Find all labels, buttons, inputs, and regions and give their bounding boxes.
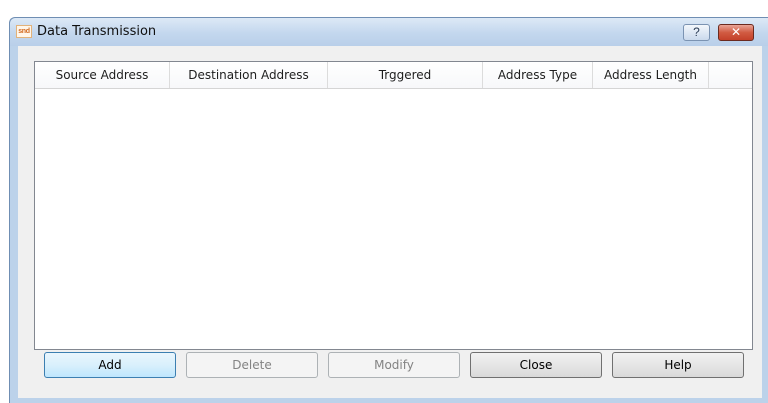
question-mark-icon: ? <box>693 25 700 39</box>
window-title: Data Transmission <box>37 24 157 39</box>
close-icon: ✕ <box>730 25 742 39</box>
table-header-row: Source Address Destination Address Trgge… <box>35 62 752 89</box>
title-close-button[interactable]: ✕ <box>718 24 754 41</box>
title-bar[interactable]: snd Data Transmission ? ✕ <box>10 18 768 46</box>
column-header-source-address[interactable]: Source Address <box>35 62 170 88</box>
table-body[interactable] <box>35 89 752 349</box>
column-header-address-type[interactable]: Address Type <box>483 62 593 88</box>
dialog-window: snd Data Transmission ? ✕ Source Address… <box>9 17 768 403</box>
transmission-table[interactable]: Source Address Destination Address Trgge… <box>34 61 753 350</box>
modify-button[interactable]: Modify <box>328 352 460 378</box>
add-button[interactable]: Add <box>44 352 176 378</box>
column-header-destination-address[interactable]: Destination Address <box>170 62 328 88</box>
close-button[interactable]: Close <box>470 352 602 378</box>
delete-button[interactable]: Delete <box>186 352 318 378</box>
column-header-triggered[interactable]: Trggered <box>328 62 483 88</box>
title-help-button[interactable]: ? <box>683 24 710 41</box>
app-icon: snd <box>16 25 32 38</box>
column-header-address-length[interactable]: Address Length <box>593 62 709 88</box>
dialog-client-area: Source Address Destination Address Trgge… <box>18 46 762 398</box>
help-button[interactable]: Help <box>612 352 744 378</box>
